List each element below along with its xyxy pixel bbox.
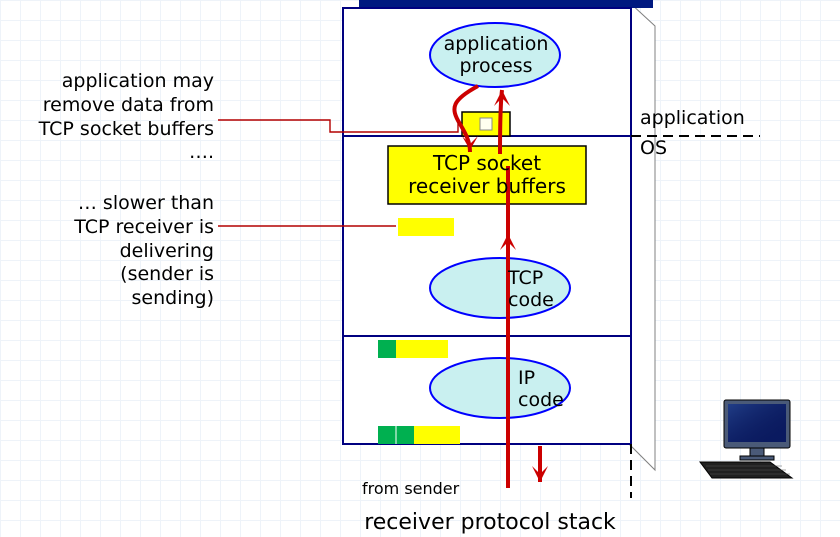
stack-3d-side [629,2,655,470]
annotation-text-top: application may remove data from TCP soc… [10,70,214,165]
app-process-label: application process [432,34,560,78]
buffer-bar-3-filled-b [396,426,414,444]
buffer-bar-1 [398,218,454,236]
ip-code-label: IP code [518,368,568,412]
side-os-label: OS [640,138,700,160]
stack-top-strip [359,0,653,8]
buffer-bar-3-filled-a [378,426,396,444]
buffer-bar-2-filled [378,340,396,358]
from-sender-label: from sender [362,480,472,498]
tcp-buffers-label: TCP socket receiver buffers [392,152,582,198]
diagram-title: receiver protocol stack [330,510,650,535]
annotation-text-mid: … slower than TCP receiver is delivering… [58,192,214,311]
computer-icon [700,400,792,478]
socket-door-inner [480,118,492,130]
side-application-label: application [640,108,760,130]
tcp-code-label: TCP code [508,268,568,312]
